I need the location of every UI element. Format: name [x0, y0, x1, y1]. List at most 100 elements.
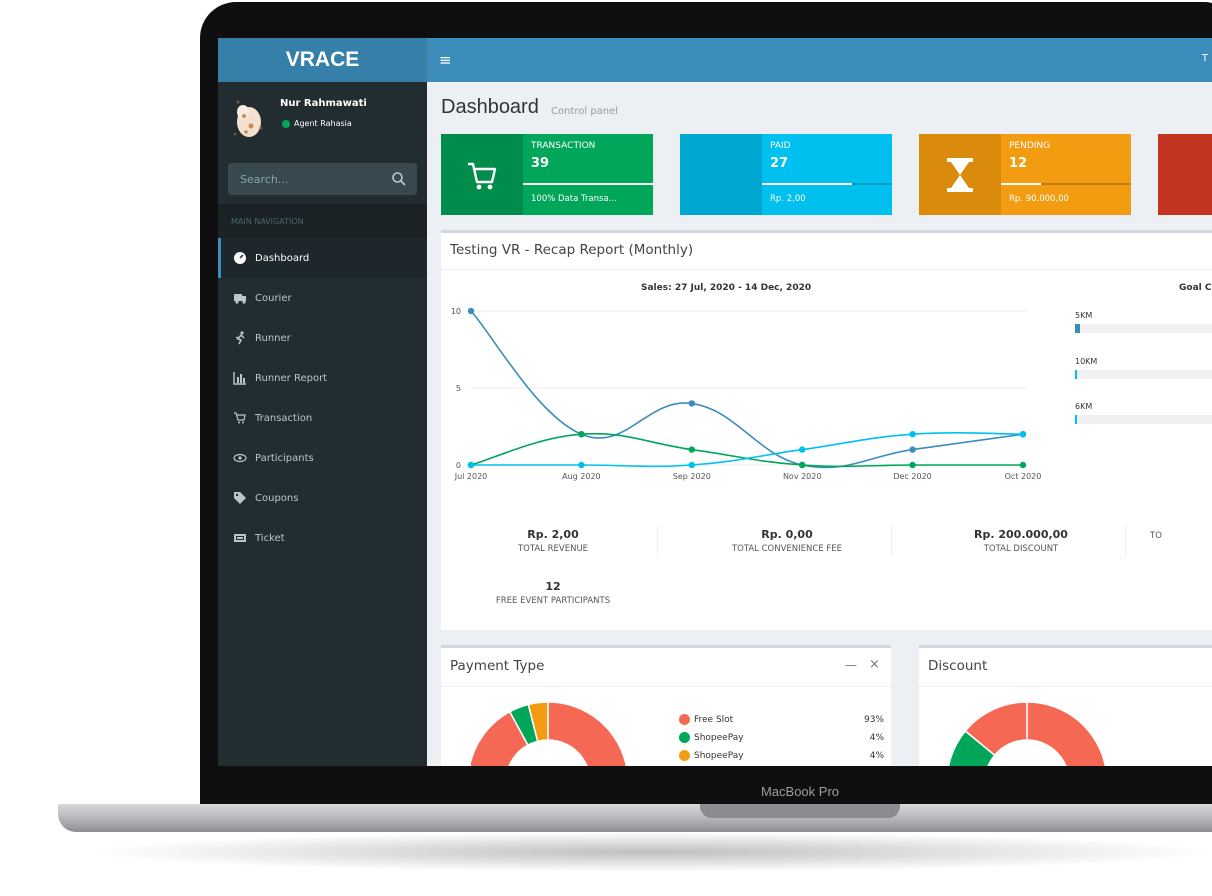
panel-title: Discount	[928, 658, 988, 674]
sidebar-item-coupons[interactable]: Coupons	[218, 478, 427, 518]
stat-value: Rp. 0,00	[761, 528, 813, 541]
sidebar-item-ticket[interactable]: Ticket	[218, 518, 427, 558]
sidebar-item-dashboard[interactable]: Dashboard	[218, 238, 427, 278]
tag-icon	[234, 492, 246, 504]
sidebar-item-runner-report[interactable]: Runner Report	[218, 358, 427, 398]
runner-icon	[235, 331, 245, 345]
top-navbar: ≡ T	[427, 38, 1212, 82]
laptop-base	[58, 804, 1212, 832]
sales-line-chart: 0 5 10 Jul 2020 Aug 2020 Sep 2020 Nov 2020 Dec …	[451, 307, 1042, 481]
sidebar-item-label: Dashboard	[255, 252, 310, 264]
eye-icon	[233, 453, 247, 463]
close-button[interactable]: ×	[869, 657, 880, 672]
discount-box: Discount	[919, 645, 1212, 766]
info-box-label: PENDING	[1009, 141, 1051, 151]
info-box-icon	[919, 134, 1001, 215]
info-box-progress	[762, 183, 892, 185]
stat-label: FREE EVENT PARTICIPANTS	[495, 596, 611, 606]
data-point	[467, 307, 475, 315]
info-box-icon	[680, 134, 762, 215]
info-box-paid[interactable]: PAID 27 Rp. 2,00	[680, 134, 892, 215]
divider	[441, 686, 891, 687]
search-input[interactable]	[228, 163, 388, 195]
series-line	[470, 310, 1024, 469]
stat-label: TOTAL DISCOUNT	[983, 544, 1059, 554]
cart-icon	[468, 162, 497, 189]
sidebar-item-participants[interactable]: Participants	[218, 438, 427, 478]
info-box-icon	[1158, 134, 1212, 215]
goal-progress	[1075, 415, 1212, 424]
x-tick-label: Dec 2020	[893, 472, 931, 481]
device-label: MacBook Pro	[760, 784, 840, 799]
legend-color-icon	[679, 750, 690, 761]
info-box-cancelled[interactable]	[1158, 134, 1212, 215]
info-box-progress-fill	[1001, 183, 1042, 185]
laptop-shadow	[80, 832, 1212, 872]
info-box-transaction[interactable]: TRANSACTION 39 100% Data Transa...	[441, 134, 653, 215]
minimize-button[interactable]: —	[845, 658, 857, 672]
data-point	[1019, 431, 1027, 438]
stat-total-discount: Rp. 200.000,00 TOTAL DISCOUNT	[916, 528, 1126, 554]
sidebar-item-transaction[interactable]: Transaction	[218, 398, 427, 438]
x-tick-label: Aug 2020	[562, 472, 601, 481]
menu-toggle-icon[interactable]: ≡	[439, 51, 452, 69]
screen: VRACE Nur Rahmawati Agent Rahasia Search…	[218, 38, 1212, 766]
payment-type-donut-chart	[471, 701, 628, 766]
legend-percent: 4%	[869, 750, 884, 761]
search-icon[interactable]	[391, 171, 407, 187]
x-tick-label: Nov 2020	[783, 472, 822, 481]
legend-item: ShopeePay 4%	[679, 750, 884, 761]
goal-progress-fill	[1075, 324, 1080, 333]
recap-report-title: Testing VR - Recap Report (Monthly)	[450, 242, 694, 258]
stat-value: Rp. 200.000,00	[974, 528, 1068, 541]
data-point	[578, 461, 585, 469]
stat-value: Rp. 2,00	[527, 528, 579, 541]
hourglass-icon	[947, 157, 973, 192]
main-content: Dashboard Control panel TRANSACTION 39 1…	[427, 82, 1212, 766]
goal-label: 6KM	[1075, 402, 1093, 411]
data-point	[799, 461, 806, 469]
avatar	[233, 100, 263, 137]
sidebar-search	[228, 163, 417, 195]
legend-item: ShopeePay 4%	[679, 732, 884, 743]
panel-title: Payment Type	[450, 658, 545, 674]
y-tick-label: 0	[456, 461, 461, 470]
legend-item: Free Slot 93%	[679, 714, 884, 725]
info-box-value: 27	[770, 156, 789, 171]
info-box-icon	[441, 134, 523, 215]
data-point	[1019, 461, 1027, 469]
sidebar-item-label: Courier	[255, 292, 292, 304]
sidebar-item-label: Participants	[255, 452, 314, 464]
page-subtitle: Control panel	[551, 106, 619, 117]
stat-value: 12	[545, 580, 561, 593]
sidebar-item-courier[interactable]: Courier	[218, 278, 427, 318]
info-box-progress-fill	[762, 183, 852, 185]
sidebar-item-label: Transaction	[255, 412, 313, 424]
y-tick-label: 10	[451, 307, 461, 316]
stat-total-revenue: Rp. 2,00 TOTAL REVENUE	[448, 528, 658, 554]
stat-total-convenience-fee: Rp. 0,00 TOTAL CONVENIENCE FEE	[682, 528, 892, 554]
y-tick-label: 5	[456, 384, 461, 393]
info-box-progress-fill	[523, 183, 653, 185]
info-box-progress	[1001, 183, 1131, 185]
app-logo[interactable]: VRACE	[218, 38, 427, 82]
goal-label: 5KM	[1075, 311, 1093, 320]
data-point	[688, 446, 695, 453]
goal-label: 10KM	[1075, 357, 1098, 366]
topbar-user-menu[interactable]: T	[1202, 53, 1208, 64]
info-box-value: 39	[531, 156, 550, 171]
truck-icon	[234, 294, 246, 304]
data-point	[688, 400, 695, 407]
info-box-label: PAID	[770, 141, 791, 151]
x-tick-label: Sep 2020	[673, 472, 711, 481]
goal-completion-title: Goal C	[1179, 283, 1212, 293]
sidebar-item-runner[interactable]: Runner	[218, 318, 427, 358]
user-name: Nur Rahmawati	[280, 98, 367, 109]
x-tick-label: Jul 2020	[454, 472, 488, 481]
data-point	[909, 446, 916, 453]
info-box-pending[interactable]: PENDING 12 Rp. 90.000,00	[919, 134, 1131, 215]
sidebar-item-label: Runner	[255, 332, 291, 344]
info-box-value: 12	[1009, 156, 1028, 171]
goal-progress-fill	[1075, 370, 1077, 379]
user-status-text: Agent Rahasia	[294, 119, 352, 128]
